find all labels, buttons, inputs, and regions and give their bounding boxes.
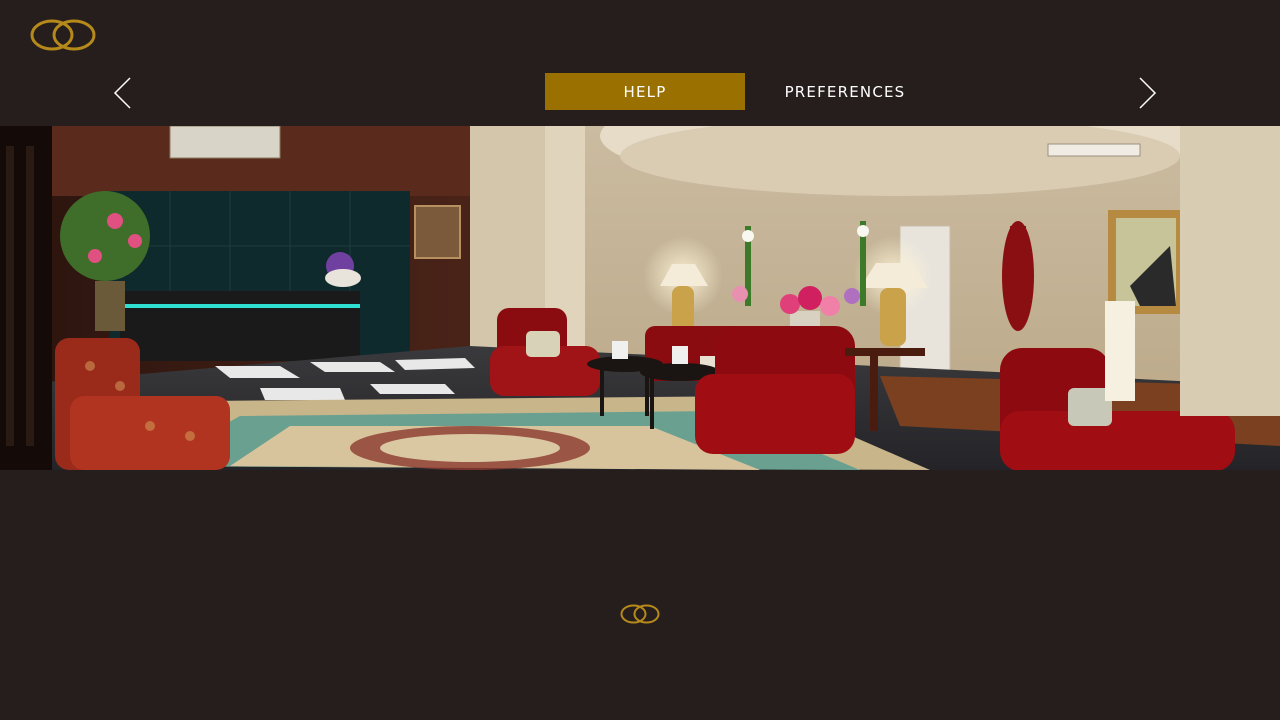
footer-logo-icon: [620, 602, 660, 626]
prev-arrow-icon[interactable]: [112, 76, 134, 110]
brand-logo-icon[interactable]: [30, 16, 96, 54]
next-arrow-icon[interactable]: [1136, 76, 1158, 110]
app-root: HELP PREFERENCES: [0, 0, 1280, 720]
tab-bar: HELP PREFERENCES: [545, 73, 945, 110]
hero-lobby-image: [0, 126, 1280, 470]
tab-preferences[interactable]: PREFERENCES: [745, 73, 945, 110]
tab-help[interactable]: HELP: [545, 73, 745, 110]
